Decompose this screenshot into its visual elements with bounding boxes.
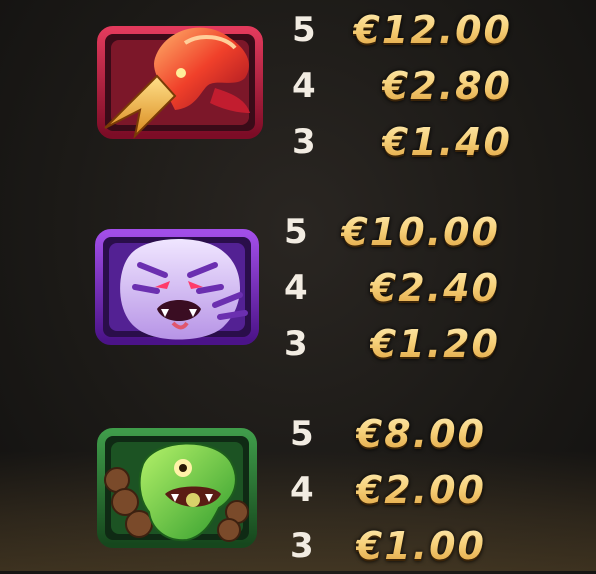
phoenix-payouts: 5 €12.00 4 €2.80 3 €1.40 bbox=[292, 2, 512, 170]
payout-line: 5 €8.00 bbox=[290, 406, 486, 462]
match-count: 4 bbox=[290, 470, 314, 510]
tiger-icon bbox=[95, 225, 259, 345]
payout-line: 4 €2.00 bbox=[290, 462, 486, 518]
payout-line: 3 €1.20 bbox=[284, 316, 500, 372]
payout-line: 4 €2.40 bbox=[284, 260, 500, 316]
tiger-payouts: 5 €10.00 4 €2.40 3 €1.20 bbox=[284, 204, 500, 372]
payout-value: €12.00 bbox=[353, 2, 512, 58]
payout-value: €1.40 bbox=[382, 114, 512, 170]
payout-value: €2.40 bbox=[370, 260, 500, 316]
payout-value: €2.80 bbox=[382, 58, 512, 114]
payout-value: €8.00 bbox=[356, 406, 486, 462]
phoenix-icon bbox=[95, 18, 263, 140]
payout-value: €1.00 bbox=[356, 518, 486, 574]
payout-line: 3 €1.00 bbox=[290, 518, 486, 574]
match-count: 5 bbox=[292, 10, 316, 50]
match-count: 4 bbox=[284, 268, 308, 308]
match-count: 5 bbox=[284, 212, 308, 252]
payout-value: €2.00 bbox=[356, 462, 486, 518]
payout-line: 5 €10.00 bbox=[284, 204, 500, 260]
match-count: 5 bbox=[290, 414, 314, 454]
payout-line: 5 €12.00 bbox=[292, 2, 512, 58]
payout-line: 3 €1.40 bbox=[292, 114, 512, 170]
match-count: 3 bbox=[290, 526, 314, 566]
serpent-payouts: 5 €8.00 4 €2.00 3 €1.00 bbox=[290, 406, 486, 574]
payout-value: €10.00 bbox=[341, 204, 500, 260]
payout-line: 4 €2.80 bbox=[292, 58, 512, 114]
match-count: 4 bbox=[292, 66, 316, 106]
match-count: 3 bbox=[284, 324, 308, 364]
serpent-icon bbox=[95, 428, 257, 548]
payout-value: €1.20 bbox=[370, 316, 500, 372]
match-count: 3 bbox=[292, 122, 316, 162]
